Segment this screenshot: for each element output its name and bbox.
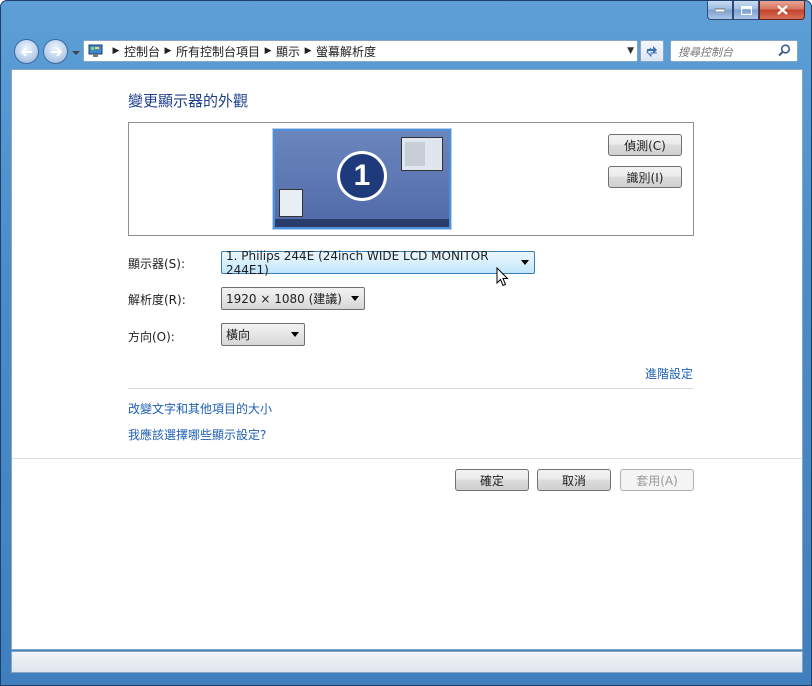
identify-button[interactable]: 識別(I): [608, 166, 682, 188]
forward-arrow-icon: [50, 46, 62, 57]
taskbar-thumbnail: [275, 219, 449, 227]
resolution-select[interactable]: 1920 × 1080 (建議): [221, 287, 365, 310]
ok-button[interactable]: 確定: [455, 469, 529, 491]
text-size-link[interactable]: 改變文字和其他項目的大小: [128, 400, 272, 417]
display-select[interactable]: 1. Philips 244E (24inch WIDE LCD MONITOR…: [221, 248, 535, 277]
refresh-icon: [646, 46, 657, 57]
detect-button[interactable]: 偵測(C): [608, 134, 682, 156]
refresh-button[interactable]: [640, 40, 664, 62]
maximize-icon: [740, 5, 752, 15]
breadcrumb-separator[interactable]: ▶: [263, 46, 273, 56]
breadcrumb-separator[interactable]: ▶: [111, 46, 121, 56]
window-thumbnail-icon: [401, 137, 443, 171]
orientation-label: 方向(O):: [128, 330, 175, 344]
search-input[interactable]: [676, 42, 780, 62]
breadcrumb-display[interactable]: 顯示: [276, 43, 300, 60]
orientation-select-value: 橫向: [226, 328, 251, 342]
monitor-preview-panel: 1 偵測(C) 識別(I): [128, 122, 694, 236]
orientation-select[interactable]: 橫向: [221, 323, 305, 346]
close-icon: [776, 5, 788, 15]
which-settings-link[interactable]: 我應該選擇哪些顯示設定?: [128, 426, 266, 443]
caption-buttons: [707, 1, 805, 22]
title-bar[interactable]: [1, 1, 811, 35]
close-button[interactable]: [759, 1, 805, 20]
maximize-button[interactable]: [733, 1, 759, 20]
mouse-cursor-icon: [496, 267, 509, 287]
search-box[interactable]: [670, 40, 798, 62]
chevron-down-icon: [291, 332, 299, 337]
breadcrumb-separator[interactable]: ▶: [163, 46, 173, 56]
content-area: 變更顯示器的外觀 1 偵測(C) 識別(I) 顯示器(S): 1. Philip…: [11, 69, 803, 650]
minimize-button[interactable]: [707, 1, 733, 20]
navigation-bar: ▶ 控制台 ▶ 所有控制台項目 ▶ 顯示 ▶ 螢幕解析度 ▼: [1, 35, 811, 69]
breadcrumb-control-panel[interactable]: 控制台: [124, 43, 160, 60]
cancel-button[interactable]: 取消: [537, 469, 611, 491]
display-label: 顯示器(S):: [128, 257, 186, 271]
control-panel-icon: [88, 44, 103, 57]
breadcrumb-screen-resolution[interactable]: 螢幕解析度: [316, 43, 376, 60]
monitor-number: 1: [340, 154, 384, 198]
advanced-settings-link[interactable]: 進階設定: [645, 365, 693, 382]
address-bar[interactable]: ▶ 控制台 ▶ 所有控制台項目 ▶ 顯示 ▶ 螢幕解析度 ▼: [83, 40, 638, 62]
apply-button[interactable]: 套用(A): [620, 469, 694, 491]
status-bar: [11, 651, 803, 673]
monitor-number-badge: 1: [337, 151, 387, 201]
control-panel-window: ▶ 控制台 ▶ 所有控制台項目 ▶ 顯示 ▶ 螢幕解析度 ▼ 變更顯示器的外觀 …: [0, 0, 812, 686]
recent-pages-dropdown-icon[interactable]: [72, 49, 80, 57]
address-history-dropdown-icon[interactable]: ▼: [627, 46, 634, 56]
breadcrumb-all-items[interactable]: 所有控制台項目: [176, 43, 260, 60]
minimize-icon: [715, 8, 725, 12]
forward-button[interactable]: [43, 39, 68, 64]
resolution-select-value: 1920 × 1080 (建議): [226, 292, 342, 306]
search-icon[interactable]: [778, 44, 791, 57]
back-arrow-icon: [20, 46, 32, 57]
window-thumbnail-icon: [279, 189, 303, 217]
chevron-down-icon: [521, 260, 529, 265]
resolution-label: 解析度(R):: [128, 293, 186, 307]
chevron-down-icon: [351, 296, 359, 301]
monitor-1-thumbnail[interactable]: 1: [273, 129, 451, 229]
display-select-value: 1. Philips 244E (24inch WIDE LCD MONITOR…: [226, 248, 489, 277]
footer-divider: [12, 458, 802, 459]
back-button[interactable]: [14, 39, 39, 64]
page-title: 變更顯示器的外觀: [128, 92, 249, 110]
breadcrumb-separator[interactable]: ▶: [303, 46, 313, 56]
divider: [128, 388, 694, 389]
